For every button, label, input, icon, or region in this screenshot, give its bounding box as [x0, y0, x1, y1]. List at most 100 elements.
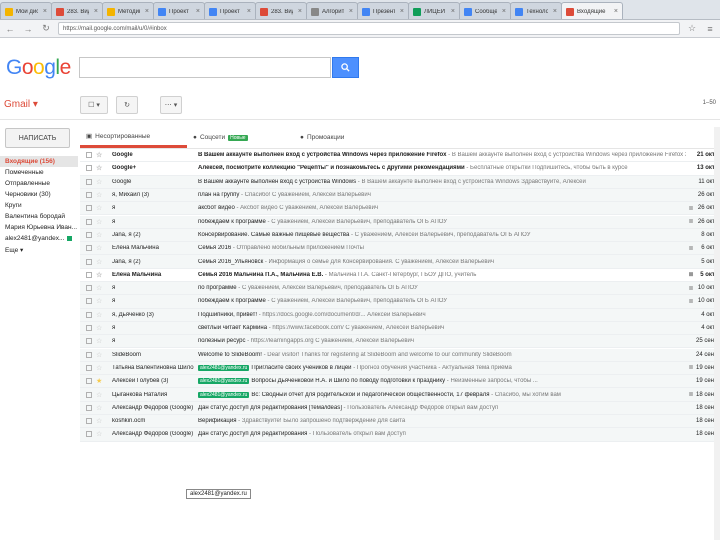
email-row[interactable]: ☆ я побеждаем к программе - С уважением, А… — [80, 295, 720, 309]
browser-tab[interactable]: Методика × — [102, 2, 154, 19]
scrollbar[interactable] — [714, 127, 720, 540]
row-checkbox[interactable] — [86, 192, 92, 199]
email-row[interactable]: ☆ Елена Мальчина Семья 2016 - Отправлено м… — [80, 242, 720, 256]
search-button[interactable] — [332, 57, 359, 78]
close-tab-icon[interactable]: × — [43, 8, 47, 15]
row-checkbox[interactable] — [86, 245, 92, 252]
email-row[interactable]: ☆ koshkin.ocm Верификация - Здравствуйте! … — [80, 415, 720, 429]
close-tab-icon[interactable]: × — [400, 8, 404, 15]
close-tab-icon[interactable]: × — [94, 8, 98, 15]
email-row[interactable]: ☆ Google+ Алексей, посмотрите коллекцию "Р… — [80, 162, 720, 176]
email-row[interactable]: ☆ я аксбот видео - Аксбот видео С уважение… — [80, 202, 720, 216]
browser-tab[interactable]: Сообщения × — [459, 2, 511, 19]
close-tab-icon[interactable]: × — [553, 8, 557, 15]
browser-tab[interactable]: Проект × — [204, 2, 256, 19]
row-checkbox[interactable] — [86, 351, 92, 358]
email-row[interactable]: ☆ я светлый читает Кармина - https://www.f… — [80, 321, 720, 336]
email-row[interactable]: ☆ Google В Вашем аккаунте выполнен вход с … — [80, 175, 720, 189]
email-row[interactable]: ☆ я по программе - С уважением, Алексей Ва… — [80, 282, 720, 296]
star-icon[interactable]: ☆ — [96, 164, 106, 172]
browser-tab[interactable]: Мой диск × — [0, 2, 52, 19]
close-tab-icon[interactable]: × — [349, 8, 353, 15]
row-checkbox[interactable] — [86, 391, 92, 398]
sidebar-item[interactable]: Отправленные — [0, 178, 78, 189]
close-tab-icon[interactable]: × — [502, 8, 506, 15]
email-row[interactable]: ☆ я, Михаил (3) план на группу - Спасибо! … — [80, 188, 720, 203]
sidebar-item[interactable]: alex2481@yandex... — [0, 233, 78, 244]
star-icon[interactable]: ☆ — [96, 391, 106, 399]
star-icon[interactable]: ☆ — [96, 178, 106, 186]
category-tab[interactable]: ● Промоакции — [294, 127, 401, 148]
email-row[interactable]: ☆ SlideBoom Welcome to SlideBoom! - Dear v… — [80, 348, 720, 362]
star-icon[interactable]: ☆ — [96, 337, 106, 345]
select-checkbox-button[interactable]: ☐ ▾ — [80, 96, 108, 114]
back-icon[interactable]: ← — [4, 23, 16, 35]
browser-tab[interactable]: Входящие × — [561, 2, 623, 19]
sidebar-item[interactable]: Еще ▾ — [0, 244, 78, 255]
forward-icon[interactable]: → — [22, 23, 34, 35]
close-tab-icon[interactable]: × — [247, 8, 251, 15]
star-icon[interactable]: ☆ — [96, 231, 106, 239]
search-input[interactable] — [79, 57, 331, 78]
close-tab-icon[interactable]: × — [196, 8, 200, 15]
star-icon[interactable]: ☆ — [96, 218, 106, 226]
row-checkbox[interactable] — [86, 364, 92, 371]
row-checkbox[interactable] — [86, 152, 92, 159]
close-tab-icon[interactable]: × — [298, 8, 302, 15]
star-icon[interactable]: ☆ — [96, 351, 106, 359]
email-row[interactable]: ☆ я, Дьяченко (3) Подшипники, привет! - ht… — [80, 308, 720, 322]
close-tab-icon[interactable]: × — [145, 8, 149, 15]
star-icon[interactable]: ☆ — [96, 244, 106, 252]
row-checkbox[interactable] — [86, 218, 92, 225]
row-checkbox[interactable] — [86, 298, 92, 305]
browser-tab[interactable]: Технолог × — [510, 2, 562, 19]
row-checkbox[interactable] — [86, 418, 92, 425]
close-tab-icon[interactable]: × — [451, 8, 455, 15]
row-checkbox[interactable] — [86, 378, 92, 385]
browser-tab[interactable]: Алгоритм × — [306, 2, 358, 19]
email-row[interactable]: ☆ Татьяна Валентиновна Шило alex2481@yande… — [80, 361, 720, 376]
url-field[interactable]: https://mail.google.com/mail/u/0/#inbox — [58, 22, 680, 35]
row-checkbox[interactable] — [86, 338, 92, 345]
menu-icon[interactable]: ≡ — [704, 23, 716, 35]
sidebar-item[interactable]: Круги — [0, 200, 78, 211]
email-row[interactable]: ★ Алексей Голубев (3) alex2481@yandex.ru Во… — [80, 375, 720, 389]
email-row[interactable]: ☆ Александр Федоров (Google) Дан статус до… — [80, 401, 720, 415]
row-checkbox[interactable] — [86, 404, 92, 411]
email-row[interactable]: ☆ я полезный ресурс - https://learningapps… — [80, 335, 720, 349]
row-checkbox[interactable] — [86, 258, 92, 265]
category-tab[interactable]: ● Соцсети Новые — [187, 127, 294, 148]
email-row[interactable]: ☆ Цыганкова Наталия alex2481@yandex.ru Вс: … — [80, 388, 720, 402]
email-row[interactable]: ☆ Google В Вашем аккаунте выполнен вход с … — [80, 149, 720, 163]
refresh-button[interactable]: ↻ — [116, 96, 138, 114]
star-icon[interactable]: ☆ — [96, 417, 106, 425]
browser-tab[interactable]: Презентация × — [357, 2, 409, 19]
email-row[interactable]: ☆ Jana, я (2) Семья 2016_Ульяновск - Инфор… — [80, 255, 720, 269]
row-checkbox[interactable] — [86, 205, 92, 212]
star-icon[interactable]: ☆ — [96, 311, 106, 319]
gmail-menu[interactable]: Gmail ▾ — [4, 99, 38, 110]
star-icon[interactable]: ☆ — [96, 191, 106, 199]
star-icon[interactable]: ★ — [96, 377, 106, 385]
sidebar-item[interactable]: Валентина бородай — [0, 211, 78, 222]
star-icon[interactable]: ☆ — [96, 151, 106, 159]
row-checkbox[interactable] — [86, 178, 92, 185]
compose-button[interactable]: НАПИСАТЬ — [5, 128, 70, 148]
browser-tab[interactable]: ЛИЦЕЙ × — [408, 2, 460, 19]
email-row[interactable]: ☆ Jana, я (2) Консервирование. Самые важны… — [80, 228, 720, 243]
google-logo[interactable]: Google — [6, 56, 71, 80]
star-icon[interactable]: ☆ — [96, 324, 106, 332]
email-row[interactable]: ☆ Александр Федоров (Google) Дан статус до… — [80, 428, 720, 442]
browser-tab[interactable]: 283. Видео × — [51, 2, 103, 19]
star-icon[interactable]: ☆ — [96, 284, 106, 292]
row-checkbox[interactable] — [86, 325, 92, 332]
category-tab[interactable]: ▣ Несортированные — [80, 127, 187, 148]
row-checkbox[interactable] — [86, 311, 92, 318]
sidebar-item[interactable]: Входящие (156) — [0, 156, 78, 167]
sidebar-item[interactable]: Мария Юрьевна Иван... — [0, 222, 78, 233]
email-row[interactable]: ☆ я побеждаем к программе - С уважением, А… — [80, 215, 720, 229]
reload-icon[interactable]: ↻ — [40, 23, 52, 35]
row-checkbox[interactable] — [86, 165, 92, 172]
browser-tab[interactable]: 283. Видео × — [255, 2, 307, 19]
star-icon[interactable]: ☆ — [96, 430, 106, 438]
